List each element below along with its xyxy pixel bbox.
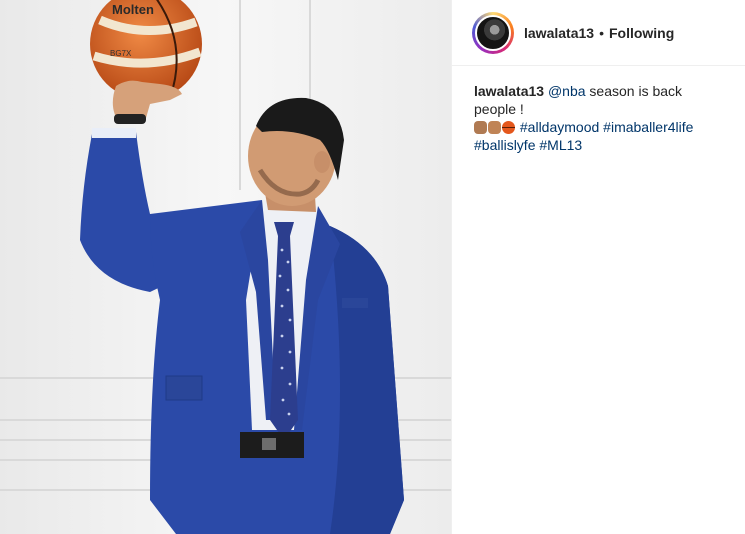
hashtag-link[interactable]: #alldaymood <box>520 119 599 135</box>
photo-illustration: Molten BG7X <box>0 0 451 534</box>
post-caption: lawalata13 @nba season is back people ! … <box>452 66 745 154</box>
post-header: lawalata13 • Following <box>452 0 745 66</box>
fist-emoji <box>488 121 501 134</box>
hashtag-link[interactable]: #ballislyfe <box>474 137 535 153</box>
caption-username[interactable]: lawalata13 <box>474 83 544 99</box>
mention-link[interactable]: @nba <box>548 83 586 99</box>
post-sidebar: lawalata13 • Following lawalata13 @nba s… <box>451 0 745 534</box>
story-ring[interactable] <box>472 11 514 54</box>
hashtag-link[interactable]: #ML13 <box>539 137 582 153</box>
username-link[interactable]: lawalata13 <box>524 25 594 41</box>
basketball-emoji <box>502 121 515 134</box>
separator-dot: • <box>599 24 604 41</box>
avatar[interactable] <box>475 14 511 51</box>
svg-text:Molten: Molten <box>112 2 154 17</box>
post-photo[interactable]: Molten BG7X <box>0 0 451 534</box>
hashtag-link[interactable]: #imaballer4life <box>603 119 693 135</box>
fist-bump-emoji <box>474 121 487 134</box>
svg-text:BG7X: BG7X <box>110 49 132 58</box>
following-button[interactable]: Following <box>609 25 674 41</box>
